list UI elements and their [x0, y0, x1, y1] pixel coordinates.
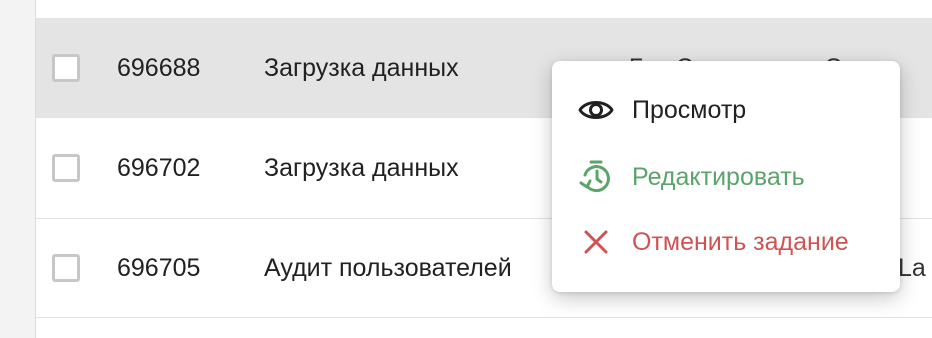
eye-icon	[578, 92, 614, 128]
row-checkbox[interactable]	[52, 154, 80, 182]
menu-item-label: Просмотр	[632, 95, 747, 124]
menu-item-view[interactable]: Просмотр	[552, 79, 900, 141]
table-row	[36, 318, 932, 338]
row-checkbox[interactable]	[52, 254, 80, 282]
menu-item-label: Редактировать	[632, 162, 805, 191]
menu-item-edit[interactable]: Редактировать	[552, 146, 900, 208]
row-checkbox-cell	[52, 19, 80, 117]
task-name: Загрузка данных	[264, 53, 459, 82]
timer-refresh-icon	[578, 159, 614, 195]
menu-item-label: Отменить задание	[632, 227, 849, 256]
menu-item-cancel-task[interactable]: Отменить задание	[552, 211, 900, 273]
task-id: 696702	[117, 153, 201, 182]
task-id: 696688	[117, 53, 201, 82]
row-checkbox-cell	[52, 219, 80, 317]
row-context-menu: Просмотр Редактировать Отменить задание	[552, 61, 900, 292]
task-name: Аудит пользователей	[264, 253, 512, 282]
row-checkbox[interactable]	[52, 54, 80, 82]
task-name: Загрузка данных	[264, 153, 459, 182]
task-id: 696705	[117, 253, 201, 282]
table-row	[36, 0, 932, 19]
close-icon	[578, 224, 614, 260]
row-checkbox-cell	[52, 118, 80, 218]
task-extra: La	[898, 253, 926, 282]
